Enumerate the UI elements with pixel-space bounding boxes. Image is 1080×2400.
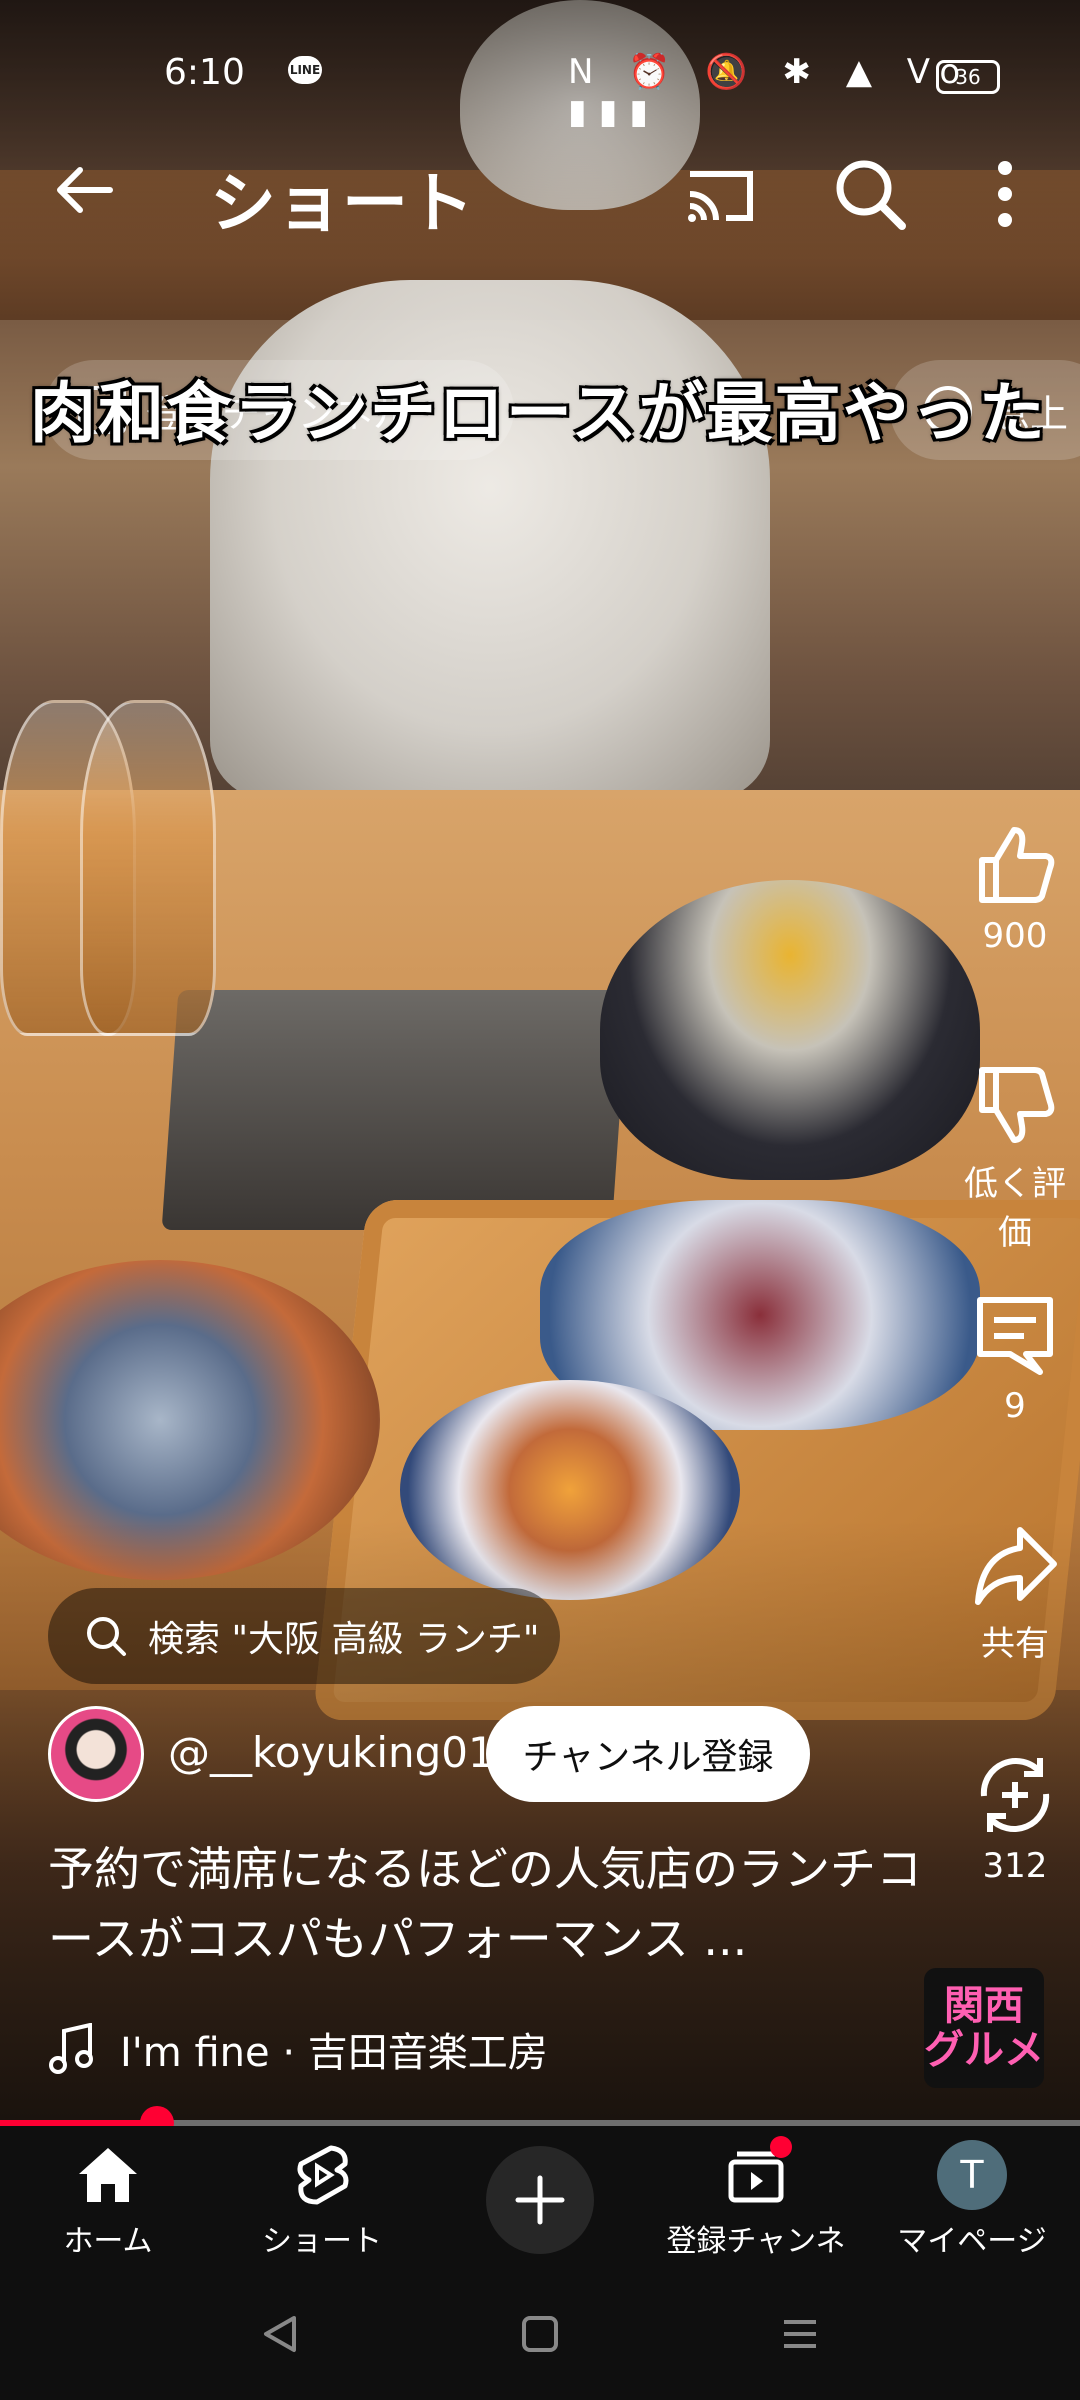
search-icon[interactable] — [830, 154, 910, 234]
cast-icon[interactable] — [680, 154, 760, 234]
status-icons: N ⏰ 🔕 ✱ ▲ Vo ▮▮▮ — [568, 52, 973, 132]
comments-button[interactable]: 9 — [950, 1290, 1080, 1426]
video-scene-pot — [600, 880, 980, 1180]
video-description[interactable]: 予約で満席になるほどの人気店のランチコースがコスパもパフォーマンス ... — [48, 1834, 928, 1974]
line-icon: LINE — [288, 56, 322, 84]
system-recents-icon[interactable] — [778, 2312, 822, 2356]
top-bar: ショート — [0, 140, 1080, 242]
nav-mypage[interactable]: T マイページ — [872, 2140, 1072, 2260]
bottom-nav: ホーム ショート 登録チャンネル T マイページ — [0, 2126, 1080, 2303]
search-suggestion-text: 検索 "大阪 高級 ランチ" — [148, 1619, 540, 1660]
share-label: 共有 — [981, 1624, 1049, 1664]
system-back-icon[interactable] — [258, 2312, 302, 2356]
badge-line2: グルメ — [924, 2027, 1044, 2073]
dislike-button[interactable]: 低く評価 — [950, 1060, 1080, 1254]
dislike-label: 低く評価 — [964, 1164, 1066, 1253]
share-icon — [975, 1527, 1057, 1605]
video-caption: 肉和食ランチロースが最高やった — [30, 375, 1047, 452]
thumbs-up-icon — [979, 827, 1055, 903]
comment-count: 9 — [1004, 1386, 1026, 1426]
video-scene-chef — [210, 280, 770, 800]
plus-icon — [515, 2175, 565, 2225]
battery-icon: 36 — [936, 60, 1000, 94]
video-scene-glass — [80, 700, 216, 1036]
music-title: I'm fine · 吉田音楽工房 — [120, 2030, 548, 2076]
subscribe-button[interactable]: チャンネル登録 — [486, 1706, 810, 1802]
nav-home[interactable]: ホーム — [8, 2140, 208, 2260]
page-title: ショート — [210, 165, 474, 242]
video-scene-tray-dark — [161, 990, 629, 1230]
like-button[interactable]: 900 — [950, 820, 1080, 956]
thumbs-down-icon — [979, 1067, 1055, 1143]
system-home-icon[interactable] — [518, 2312, 562, 2356]
search-suggestion[interactable]: 検索 "大阪 高級 ランチ" — [48, 1588, 560, 1684]
status-time: 6:10 — [164, 52, 245, 93]
share-button[interactable]: 共有 — [950, 1520, 1080, 1665]
comment-icon — [977, 1297, 1053, 1375]
search-icon — [87, 1617, 126, 1656]
music-row[interactable]: I'm fine · 吉田音楽工房 — [48, 2020, 548, 2078]
channel-badge[interactable]: 関西 グルメ — [924, 1968, 1044, 2088]
remix-count: 312 — [982, 1846, 1048, 1886]
channel-avatar[interactable] — [48, 1706, 144, 1802]
nav-label: ホーム — [63, 2224, 153, 2259]
notification-dot — [770, 2136, 792, 2158]
shorts-icon — [297, 2145, 349, 2205]
remix-icon — [980, 1758, 1050, 1832]
badge-line1: 関西 — [944, 1983, 1024, 2029]
nav-label: ショート — [262, 2224, 382, 2259]
more-options-icon[interactable] — [985, 154, 1025, 234]
like-count: 900 — [982, 916, 1048, 956]
video-player[interactable] — [0, 0, 1080, 2120]
create-button[interactable] — [486, 2146, 594, 2254]
user-avatar: T — [937, 2140, 1007, 2210]
home-icon — [79, 2148, 137, 2202]
music-note-icon — [49, 2023, 93, 2074]
back-arrow-icon[interactable] — [50, 150, 130, 230]
system-nav-bar — [0, 2266, 1080, 2400]
nav-label: マイページ — [897, 2224, 1047, 2259]
nav-shorts[interactable]: ショート — [222, 2140, 422, 2260]
channel-handle[interactable]: @__koyuking01 — [168, 1728, 495, 1777]
remix-button[interactable]: 312 — [950, 1750, 1080, 1886]
status-bar: 6:10 LINE N ⏰ 🔕 ✱ ▲ Vo ▮▮▮ 36 — [0, 40, 1080, 132]
